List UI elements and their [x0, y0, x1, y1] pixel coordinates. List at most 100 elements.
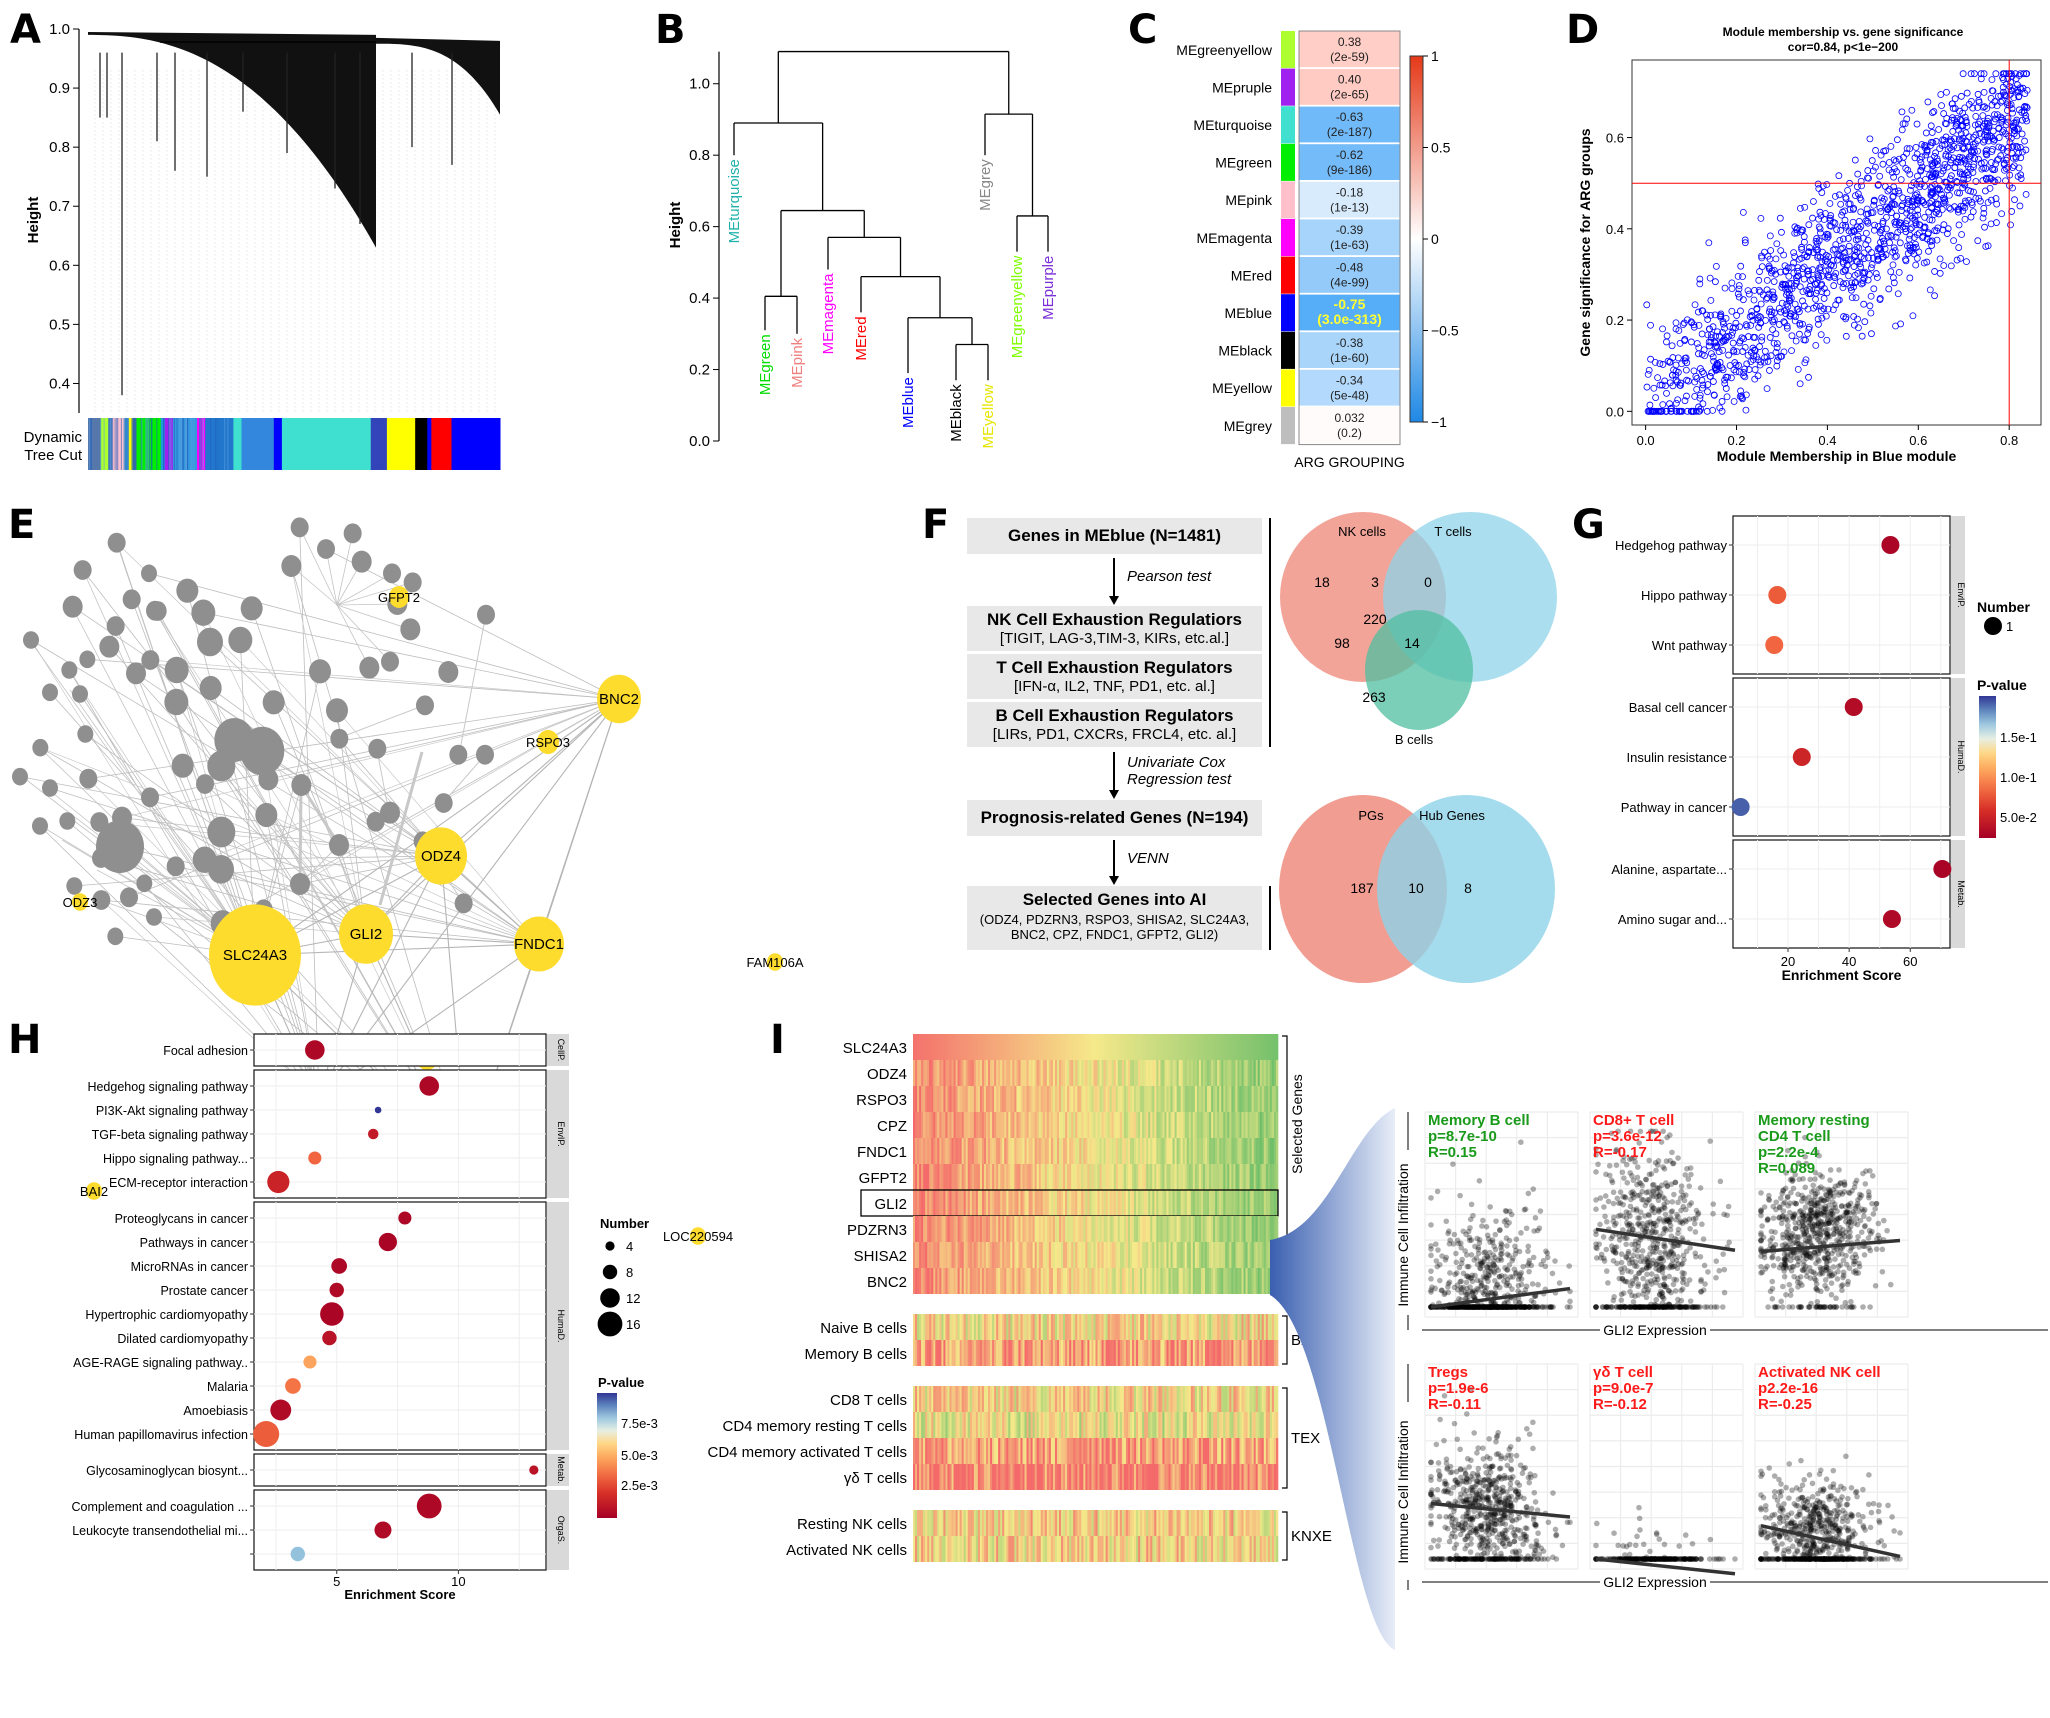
heatmap-cell	[1071, 1060, 1074, 1086]
data-point	[1915, 229, 1923, 237]
heatmap-cell	[929, 1034, 932, 1060]
data-point	[1945, 191, 1953, 199]
heatmap-cell	[1034, 1112, 1037, 1138]
heatmap-cell	[1012, 1386, 1015, 1412]
heatmap-cell	[1125, 1412, 1129, 1438]
heatmap-cell	[1097, 1060, 1100, 1086]
heatmap-cell	[1006, 1412, 1009, 1438]
heatmap-cell	[1093, 1386, 1096, 1412]
data-point	[1887, 142, 1895, 150]
heatmap-cell	[965, 1242, 969, 1268]
heatmap-cell	[1071, 1034, 1074, 1060]
heatmap-cell	[983, 1242, 987, 1268]
heatmap-cell	[1140, 1138, 1143, 1164]
heatmap-cell	[1006, 1112, 1009, 1138]
heatmap-cell	[1162, 1268, 1165, 1294]
network-node	[107, 927, 124, 946]
heatmap-cell	[1269, 1060, 1273, 1086]
heatmap-cell	[1136, 1164, 1139, 1190]
heatmap-cell	[959, 1386, 962, 1412]
module-color-band	[451, 418, 501, 470]
heatmap-cell	[1200, 1242, 1204, 1268]
heatmap-cell	[1265, 1034, 1269, 1060]
heatmap-cell	[925, 1138, 928, 1164]
heatmap-cell	[1109, 1340, 1113, 1366]
flow-box-sub: [TIGIT, LAG-3,TIM-3, KIRs, etc.al.]	[999, 630, 1230, 647]
heatmap-cell	[1046, 1112, 1050, 1138]
heatmap-cell	[1067, 1086, 1070, 1112]
heatmap-cell	[955, 1268, 958, 1294]
heatmap-cell	[1257, 1060, 1261, 1086]
heatmap-cell	[1038, 1386, 1042, 1412]
heatmap-cell	[1063, 1340, 1066, 1366]
heatmap-cell	[975, 1112, 979, 1138]
heatmap-cell	[1067, 1340, 1070, 1366]
heatmap-cell	[981, 1412, 985, 1438]
data-point	[1839, 284, 1847, 292]
heatmap-cell	[981, 1242, 985, 1268]
heatmap-cell	[1219, 1060, 1222, 1086]
cell-pvalue: (3.0e-313)	[1317, 311, 1382, 327]
heatmap-cell	[1008, 1242, 1011, 1268]
heatmap-cell	[1089, 1412, 1092, 1438]
heatmap-cell	[977, 1112, 981, 1138]
data-point	[1740, 335, 1748, 343]
heatmap-cell	[1069, 1386, 1072, 1412]
network-node	[449, 744, 468, 765]
heatmap-cell	[1061, 1386, 1064, 1412]
heatmap-cell	[1168, 1412, 1171, 1438]
heatmap-cell	[1042, 1164, 1046, 1190]
y-tick-label: AGE-RAGE signaling pathway..	[73, 1356, 248, 1370]
heatmap-cell	[1002, 1242, 1005, 1268]
heatmap-cell	[1162, 1386, 1165, 1412]
heatmap-cell	[1097, 1190, 1100, 1216]
heatmap-cell	[1152, 1060, 1155, 1086]
heatmap-cell	[1241, 1112, 1244, 1138]
heatmap-cell	[965, 1112, 969, 1138]
heatmap-cell	[1265, 1060, 1269, 1086]
heatmap-cell	[1018, 1242, 1021, 1268]
heatmap-cell	[1192, 1112, 1196, 1138]
heatmap-cell	[1073, 1034, 1076, 1060]
heatmap-cell	[923, 1164, 926, 1190]
venn-count: 18	[1314, 574, 1330, 590]
data-point	[1691, 301, 1699, 309]
heatmap-cell	[1089, 1386, 1092, 1412]
heatmap-cell	[1081, 1164, 1084, 1190]
heatmap-cell	[1073, 1190, 1076, 1216]
heatmap-cell	[981, 1086, 985, 1112]
heatmap-cell	[1192, 1314, 1196, 1340]
heatmap-cell	[973, 1438, 977, 1464]
heatmap-cell	[1125, 1242, 1129, 1268]
heatmap-cell	[975, 1314, 979, 1340]
heatmap-cell	[965, 1164, 969, 1190]
heatmap-cell	[941, 1216, 944, 1242]
heatmap-cell	[1172, 1086, 1175, 1112]
heatmap-cell	[1079, 1216, 1082, 1242]
data-point	[1844, 698, 1863, 716]
module-stripe	[168, 418, 170, 470]
heatmap-cell	[979, 1340, 983, 1366]
data-point	[1755, 286, 1763, 294]
data-point	[378, 1232, 397, 1252]
heatmap-cell	[943, 1034, 946, 1060]
heatmap-cell	[1152, 1164, 1155, 1190]
legend-size-dot	[605, 1241, 615, 1251]
heatmap-cell	[961, 1034, 964, 1060]
data-point	[1819, 182, 1827, 190]
heatmap-cell	[1085, 1086, 1088, 1112]
network-node	[23, 631, 39, 649]
heatmap-cell	[943, 1412, 946, 1438]
heatmap-cell	[988, 1386, 991, 1412]
heatmap-cell	[937, 1112, 940, 1138]
y-tick-label: 0.0	[1606, 404, 1624, 419]
heatmap-cell	[1172, 1314, 1175, 1340]
heatmap-cell	[931, 1438, 934, 1464]
heatmap-cell	[1123, 1112, 1127, 1138]
heatmap-cell	[1059, 1242, 1062, 1268]
heatmap-cell	[961, 1438, 964, 1464]
heatmap-cell	[975, 1242, 979, 1268]
heatmap-cell	[1202, 1138, 1206, 1164]
heatmap-cell	[1162, 1164, 1165, 1190]
data-point	[1780, 251, 1788, 259]
